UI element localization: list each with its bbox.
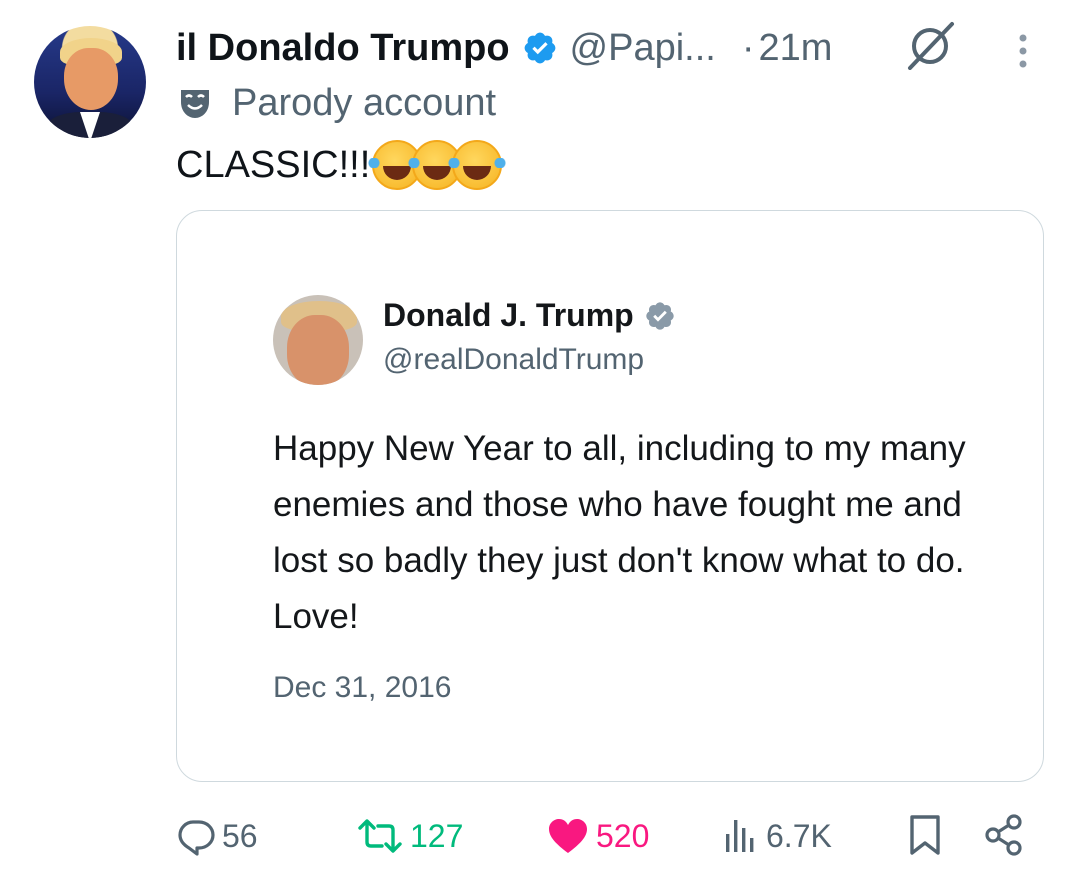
parody-mask-icon [178, 86, 212, 120]
emoji-group [368, 140, 507, 190]
bookmark-icon [910, 815, 940, 855]
reply-count: 56 [222, 817, 258, 854]
share-button[interactable] [984, 814, 1030, 856]
parody-label: Parody account [178, 82, 496, 124]
repost-button[interactable]: 127 [356, 816, 463, 856]
repost-icon [358, 819, 402, 853]
quoted-author-avatar [273, 295, 363, 385]
quoted-verified-badge-icon [644, 300, 676, 332]
verified-badge-icon[interactable] [522, 30, 558, 66]
author-avatar[interactable] [34, 26, 146, 138]
quoted-author-handle: @realDonaldTrump [383, 343, 645, 376]
repost-count: 127 [410, 817, 464, 854]
quoted-author-name: Donald J. Trump [383, 297, 634, 333]
quoted-post-text: Happy New Year to all, including to my m… [273, 429, 966, 636]
bookmark-button[interactable] [908, 814, 948, 856]
views-button[interactable]: 6.7K [720, 816, 832, 856]
grok-icon[interactable] [902, 20, 958, 70]
more-icon[interactable] [1014, 34, 1032, 68]
parody-label-text: Parody account [232, 81, 497, 124]
like-button[interactable]: 520 [546, 816, 649, 856]
separator-dot: · [741, 26, 755, 69]
view-count: 6.7K [766, 817, 832, 854]
author-handle[interactable]: @Papi... [570, 27, 716, 70]
reply-button[interactable]: 56 [176, 816, 258, 856]
post-time[interactable]: 21m [759, 27, 833, 70]
views-icon [726, 820, 754, 852]
reply-icon [178, 820, 215, 856]
quoted-author-name-row: Donald J. Trump [383, 297, 676, 334]
share-icon [985, 814, 1022, 856]
post-text: CLASSIC!!! [176, 140, 507, 190]
post-header: il Donaldo Trumpo @Papi... · 21m [176, 24, 832, 72]
quoted-post-date: Dec 31, 2016 [273, 671, 452, 704]
post-text-content: CLASSIC!!! [176, 143, 371, 186]
post-actions-bar: 56 127 520 6.7K [0, 808, 1080, 864]
heart-icon [549, 819, 587, 853]
like-count: 520 [596, 817, 650, 854]
quoted-post-card[interactable]: Donald J. Trump @realDonaldTrump Happy N… [176, 210, 1044, 782]
laughing-emoji-icon [448, 140, 507, 190]
author-name[interactable]: il Donaldo Trumpo [176, 27, 510, 70]
